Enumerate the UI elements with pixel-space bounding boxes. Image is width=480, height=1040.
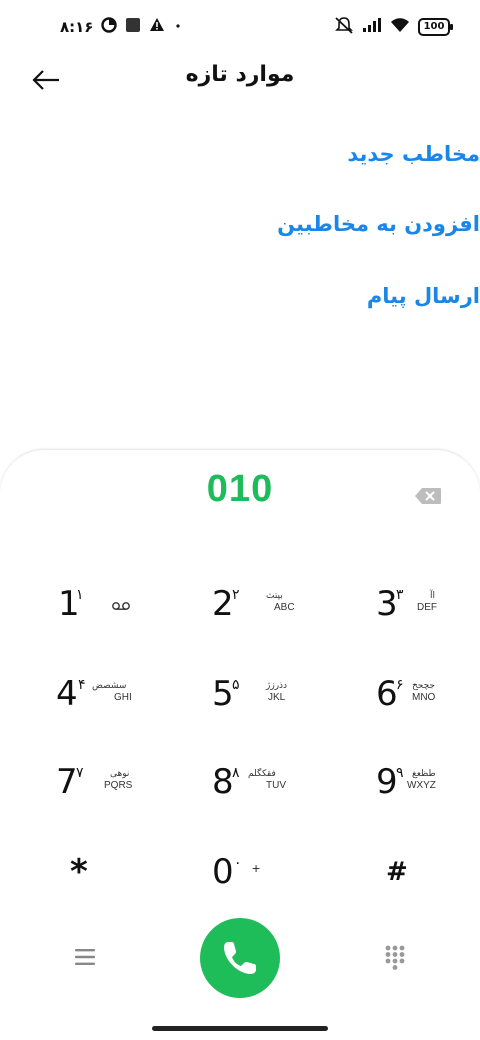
status-time: ۸:۱۶ bbox=[60, 18, 94, 36]
key-8-fa-letters: فقکگلم bbox=[248, 769, 276, 779]
key-7[interactable]: 7 ۷ نوهی PQRS bbox=[40, 758, 180, 828]
key-6-en-letters: MNO bbox=[412, 692, 436, 703]
phone-icon bbox=[224, 942, 256, 974]
key-1[interactable]: 1 ۱ bbox=[40, 580, 180, 650]
page-title: موارد تازه bbox=[185, 62, 295, 87]
key-9-digit: 9 bbox=[376, 762, 398, 802]
key-3-digit: 3 bbox=[376, 584, 398, 624]
header: موارد تازه bbox=[0, 52, 480, 108]
signal-icon bbox=[362, 17, 382, 37]
key-7-fa-letters: نوهی bbox=[110, 769, 130, 779]
key-5[interactable]: 5 ۵ دذرزژ JKL bbox=[170, 670, 310, 740]
key-0[interactable]: 0 ۰ + bbox=[170, 850, 310, 920]
data-saver-icon bbox=[101, 17, 118, 37]
key-9-en-letters: WXYZ bbox=[407, 780, 436, 791]
key-6-persian: ۶ bbox=[396, 677, 404, 693]
key-3-fa-letters: اآ bbox=[430, 591, 436, 601]
key-4-fa-letters: سشصض bbox=[92, 681, 127, 691]
key-6-fa-letters: جچحخ bbox=[412, 681, 435, 691]
key-star[interactable]: * bbox=[40, 850, 180, 920]
key-3[interactable]: 3 ۳ اآ DEF bbox=[340, 580, 480, 650]
key-2-persian: ۲ bbox=[232, 587, 240, 603]
send-message-action[interactable]: ارسال پیام bbox=[20, 284, 480, 308]
key-4[interactable]: 4 ۴ سشصض GHI bbox=[40, 670, 180, 740]
key-8[interactable]: 8 ۸ فقکگلم TUV bbox=[170, 758, 310, 828]
key-6-digit: 6 bbox=[376, 674, 398, 714]
key-9-persian: ۹ bbox=[396, 765, 404, 781]
app-notification-icon bbox=[125, 17, 141, 37]
key-0-plus: + bbox=[252, 860, 261, 876]
key-3-persian: ۳ bbox=[396, 587, 404, 603]
key-4-en-letters: GHI bbox=[114, 692, 132, 703]
dialer-bottom-bar bbox=[0, 918, 480, 1008]
key-6[interactable]: 6 ۶ جچحخ MNO bbox=[340, 670, 480, 740]
key-8-en-letters: TUV bbox=[266, 780, 286, 791]
key-8-digit: 8 bbox=[212, 762, 234, 802]
add-to-contacts-action[interactable]: افزودن به مخاطبین bbox=[20, 212, 480, 236]
key-9[interactable]: 9 ۹ طظعغ WXYZ bbox=[340, 758, 480, 828]
new-contact-action[interactable]: مخاطب جدید bbox=[20, 142, 480, 166]
battery-icon: 100 bbox=[418, 18, 453, 36]
status-left: ۸:۱۶ bbox=[60, 16, 183, 38]
status-right: 100 bbox=[334, 16, 453, 38]
key-2-digit: 2 bbox=[212, 584, 234, 624]
key-7-digit: 7 bbox=[56, 762, 78, 802]
dialed-number[interactable]: 010 bbox=[0, 468, 480, 511]
key-3-en-letters: DEF bbox=[417, 602, 437, 613]
key-9-fa-letters: طظعغ bbox=[412, 769, 436, 779]
home-indicator[interactable] bbox=[152, 1026, 328, 1031]
dialer-panel: 010 1 ۱ 2 ۲ بپتث ABC 3 ۳ اآ DEF 4 ۴ سشصض… bbox=[0, 450, 480, 1040]
key-5-fa-letters: دذرزژ bbox=[266, 681, 288, 691]
key-7-en-letters: PQRS bbox=[104, 780, 133, 791]
key-8-persian: ۸ bbox=[232, 765, 240, 781]
key-star-digit: * bbox=[70, 852, 88, 892]
status-bar: ۸:۱۶ 100 bbox=[0, 0, 480, 52]
key-0-persian: ۰ bbox=[234, 855, 242, 871]
key-0-digit: 0 bbox=[212, 852, 234, 892]
mute-icon bbox=[334, 16, 354, 38]
backspace-button[interactable] bbox=[414, 487, 442, 505]
key-5-digit: 5 bbox=[212, 674, 234, 714]
key-hash-digit: # bbox=[386, 857, 408, 887]
key-4-persian: ۴ bbox=[78, 677, 86, 693]
menu-icon[interactable] bbox=[74, 948, 96, 966]
key-5-persian: ۵ bbox=[232, 677, 240, 693]
key-4-digit: 4 bbox=[56, 674, 78, 714]
backspace-icon bbox=[415, 488, 441, 504]
key-2-en-letters: ABC bbox=[274, 602, 295, 613]
key-hash[interactable]: # bbox=[340, 850, 480, 920]
keypad-icon[interactable] bbox=[384, 944, 406, 970]
dot-icon bbox=[173, 17, 183, 37]
voicemail-icon bbox=[112, 596, 130, 615]
key-5-en-letters: JKL bbox=[268, 692, 286, 703]
call-button[interactable] bbox=[200, 918, 280, 998]
key-2-fa-letters: بپتث bbox=[266, 591, 283, 601]
key-1-persian: ۱ bbox=[76, 587, 84, 603]
wifi-icon bbox=[390, 17, 410, 37]
key-7-persian: ۷ bbox=[76, 765, 84, 781]
key-2[interactable]: 2 ۲ بپتث ABC bbox=[170, 580, 310, 650]
warning-icon bbox=[149, 17, 165, 37]
